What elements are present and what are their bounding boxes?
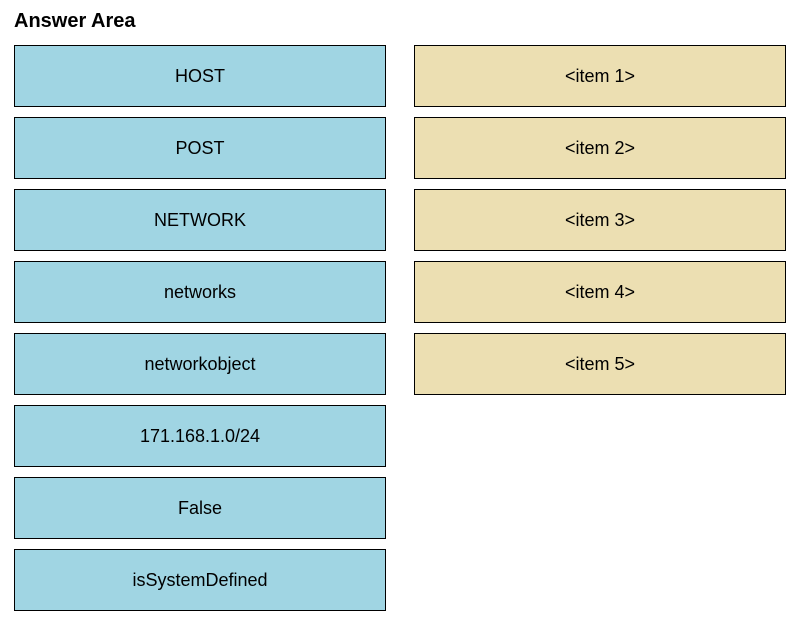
- target-slot[interactable]: <item 5>: [414, 333, 786, 395]
- target-slot[interactable]: <item 4>: [414, 261, 786, 323]
- source-item[interactable]: False: [14, 477, 386, 539]
- source-item[interactable]: isSystemDefined: [14, 549, 386, 611]
- target-slot[interactable]: <item 1>: [414, 45, 786, 107]
- target-slot[interactable]: <item 2>: [414, 117, 786, 179]
- target-slot[interactable]: <item 3>: [414, 189, 786, 251]
- page-title: Answer Area: [14, 10, 794, 33]
- source-item[interactable]: 171.168.1.0/24: [14, 405, 386, 467]
- answer-grid: HOST POST NETWORK networks networkobject…: [14, 45, 794, 611]
- source-item[interactable]: POST: [14, 117, 386, 179]
- target-column: <item 1> <item 2> <item 3> <item 4> <ite…: [414, 45, 786, 611]
- source-item[interactable]: NETWORK: [14, 189, 386, 251]
- source-item[interactable]: networks: [14, 261, 386, 323]
- source-item[interactable]: networkobject: [14, 333, 386, 395]
- source-column: HOST POST NETWORK networks networkobject…: [14, 45, 386, 611]
- source-item[interactable]: HOST: [14, 45, 386, 107]
